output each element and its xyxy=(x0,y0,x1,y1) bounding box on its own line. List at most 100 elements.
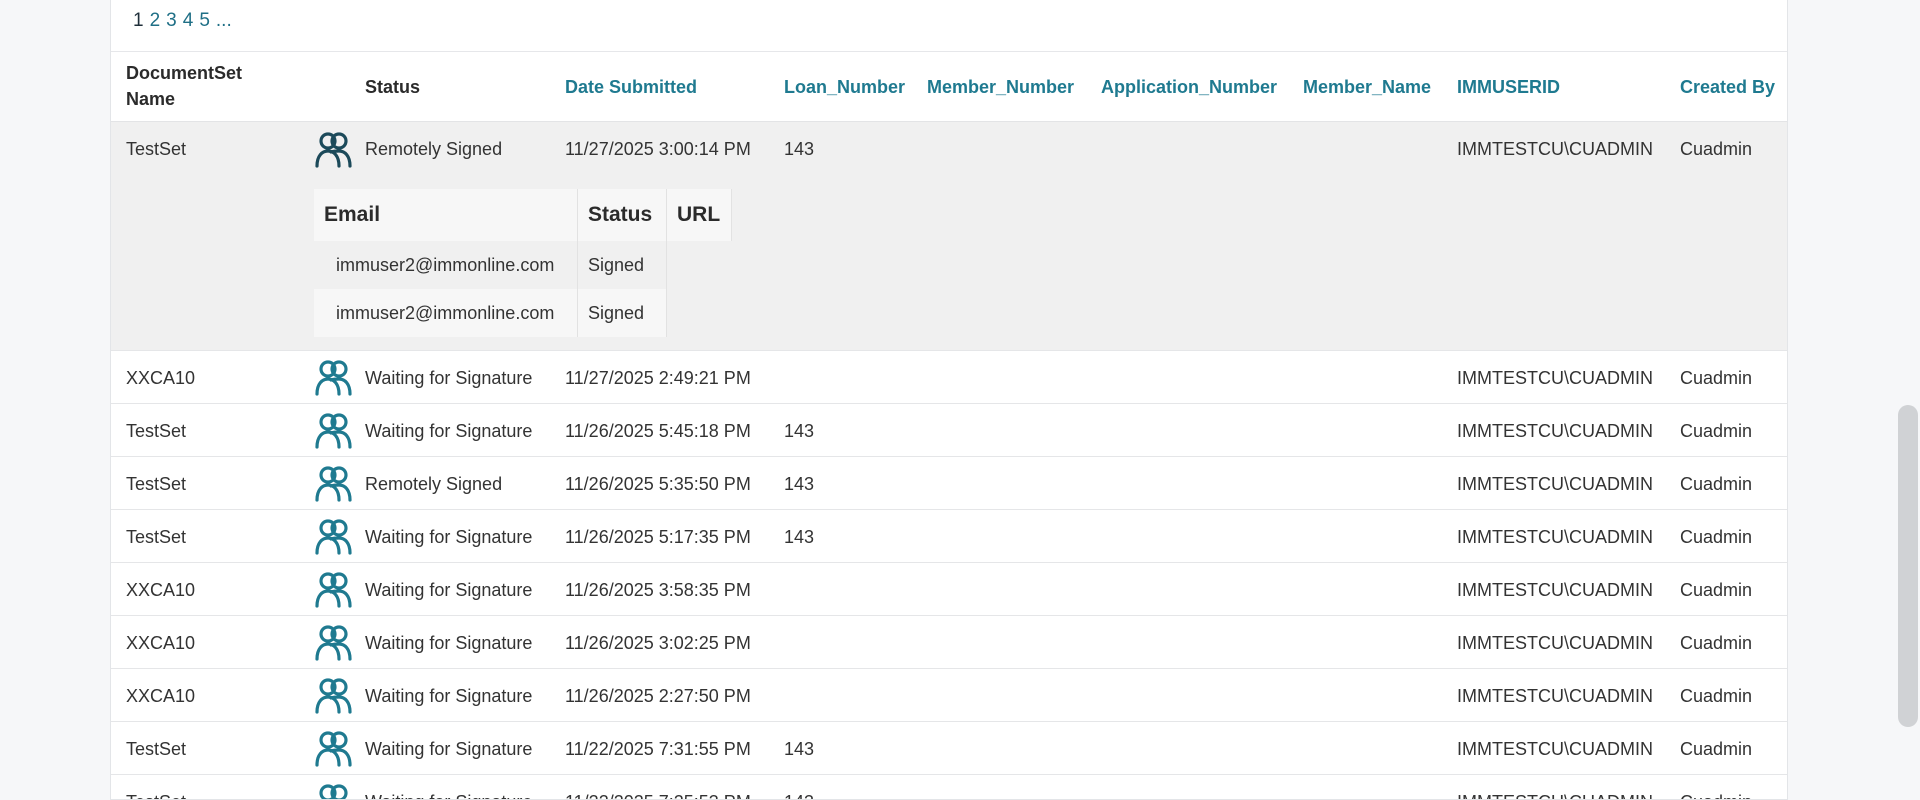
row-loan-number: 143 xyxy=(784,527,815,547)
row-name: XXCA10 xyxy=(126,580,196,600)
row-status: Waiting for Signature xyxy=(365,739,533,759)
users-icon[interactable] xyxy=(314,623,354,661)
row-created-by: Cuadmin xyxy=(1680,791,1752,799)
row-date-submitted: 11/22/2025 7:25:53 PM xyxy=(565,791,751,799)
row-name: XXCA10 xyxy=(126,368,196,388)
page-more-link[interactable]: ... xyxy=(216,10,232,32)
row-immuserid: IMMTESTCU\CUADMIN xyxy=(1457,421,1653,441)
row-name: XXCA10 xyxy=(126,686,196,706)
column-header-name: DocumentSet Name xyxy=(126,63,243,109)
users-icon[interactable] xyxy=(314,676,354,714)
row-status: Waiting for Signature xyxy=(365,686,533,706)
page-3-link[interactable]: 3 xyxy=(166,10,177,32)
table-row[interactable]: XXCA10 Waiting for Signature 11/27/2025 … xyxy=(111,351,1787,404)
column-header-application-number[interactable]: Application_Number xyxy=(1101,74,1277,100)
table-row[interactable]: TestSet Waiting for Signature 11/22/2025… xyxy=(111,775,1787,799)
subtable-email: immuser2@immonline.com xyxy=(314,289,578,337)
row-status: Waiting for Signature xyxy=(365,580,533,600)
row-immuserid: IMMTESTCU\CUADMIN xyxy=(1457,791,1653,799)
row-created-by: Cuadmin xyxy=(1680,686,1753,706)
row-created-by: Cuadmin xyxy=(1680,474,1753,494)
signers-subtable: Email Status URL immuser2@immonline.com … xyxy=(314,189,732,341)
column-header-status: Status xyxy=(365,77,421,97)
table-row[interactable]: TestSet Waiting for Signature 11/26/2025… xyxy=(111,404,1787,457)
row-created-by: Cuadmin xyxy=(1680,633,1753,653)
table-row[interactable]: TestSet Remotely Signed 11/26/2025 5:35:… xyxy=(111,457,1787,510)
table-header: DocumentSet Name Status Date Submitted L… xyxy=(111,51,1787,122)
row-date-submitted: 11/27/2025 3:00:14 PM xyxy=(565,139,751,159)
row-status: Waiting for Signature xyxy=(365,368,533,388)
column-header-member-name[interactable]: Member_Name xyxy=(1303,74,1431,100)
users-icon[interactable] xyxy=(314,358,354,396)
subtable-email: immuser2@immonline.com xyxy=(314,241,578,289)
row-immuserid: IMMTESTCU\CUADMIN xyxy=(1457,580,1653,600)
row-date-submitted: 11/26/2025 3:58:35 PM xyxy=(565,580,751,600)
row-date-submitted: 11/26/2025 5:45:18 PM xyxy=(565,421,751,441)
table-row[interactable]: XXCA10 Waiting for Signature 11/26/2025 … xyxy=(111,563,1787,616)
row-name: TestSet xyxy=(126,739,187,759)
row-name: TestSet xyxy=(126,139,187,159)
subtable-status: Signed xyxy=(578,289,667,337)
subtable-header-email: Email xyxy=(314,189,578,241)
row-date-submitted: 11/26/2025 2:27:50 PM xyxy=(565,686,751,706)
row-status: Remotely Signed xyxy=(365,139,503,159)
row-loan-number: 143 xyxy=(784,421,815,441)
page-4-link[interactable]: 4 xyxy=(183,10,194,32)
table-row[interactable]: XXCA10 Waiting for Signature 11/26/2025 … xyxy=(111,669,1787,722)
row-immuserid: IMMTESTCU\CUADMIN xyxy=(1457,633,1653,653)
column-header-loan-number[interactable]: Loan_Number xyxy=(784,74,905,100)
row-status: Waiting for Signature xyxy=(365,633,533,653)
row-status: Waiting for Signature xyxy=(365,527,533,547)
table-row[interactable]: TestSet Waiting for Signature 11/26/2025… xyxy=(111,510,1787,563)
users-icon[interactable] xyxy=(314,729,354,767)
subtable-header-url: URL xyxy=(667,189,732,241)
users-icon[interactable] xyxy=(314,464,354,502)
row-created-by: Cuadmin xyxy=(1680,580,1753,600)
page-5-link[interactable]: 5 xyxy=(199,10,210,32)
page-2-link[interactable]: 2 xyxy=(150,10,161,32)
row-created-by: Cuadmin xyxy=(1680,421,1753,441)
scrollbar-thumb[interactable] xyxy=(1898,405,1918,727)
row-immuserid: IMMTESTCU\CUADMIN xyxy=(1457,527,1653,547)
row-date-submitted: 11/22/2025 7:31:55 PM xyxy=(565,739,751,759)
row-created-by: Cuadmin xyxy=(1680,368,1753,388)
row-name: XXCA10 xyxy=(126,633,196,653)
row-immuserid: IMMTESTCU\CUADMIN xyxy=(1457,368,1653,388)
row-immuserid: IMMTESTCU\CUADMIN xyxy=(1457,139,1653,159)
row-name: TestSet xyxy=(126,474,187,494)
row-created-by: Cuadmin xyxy=(1680,139,1753,159)
users-icon[interactable] xyxy=(314,782,354,799)
row-status: Waiting for Signature xyxy=(365,791,532,799)
row-name: TestSet xyxy=(126,527,187,547)
column-header-date-submitted[interactable]: Date Submitted xyxy=(565,74,697,100)
users-icon[interactable] xyxy=(314,411,354,449)
users-icon[interactable] xyxy=(314,517,354,555)
table-row[interactable]: TestSet Remotely Signed 11/27/2025 3:00:… xyxy=(111,122,1787,351)
row-date-submitted: 11/26/2025 3:02:25 PM xyxy=(565,633,751,653)
table-row[interactable]: TestSet Waiting for Signature 11/22/2025… xyxy=(111,722,1787,775)
row-loan-number: 143 xyxy=(784,791,814,799)
subtable-status: Signed xyxy=(578,241,667,289)
documentsets-panel: 1 2 3 4 5 ... DocumentSet Name Status Da… xyxy=(110,0,1788,800)
table-row[interactable]: XXCA10 Waiting for Signature 11/26/2025 … xyxy=(111,616,1787,669)
column-header-immuserid[interactable]: IMMUSERID xyxy=(1457,74,1560,100)
row-created-by: Cuadmin xyxy=(1680,527,1753,547)
row-created-by: Cuadmin xyxy=(1680,739,1753,759)
page-1-link[interactable]: 1 xyxy=(133,10,144,32)
row-loan-number: 143 xyxy=(784,739,815,759)
subtable-header-status: Status xyxy=(578,189,667,241)
users-icon[interactable] xyxy=(314,130,354,168)
row-date-submitted: 11/26/2025 5:17:35 PM xyxy=(565,527,751,547)
users-icon[interactable] xyxy=(314,570,354,608)
row-immuserid: IMMTESTCU\CUADMIN xyxy=(1457,686,1653,706)
row-name: TestSet xyxy=(126,791,186,799)
column-header-created-by[interactable]: Created By xyxy=(1680,74,1775,100)
column-header-member-number[interactable]: Member_Number xyxy=(927,74,1074,100)
row-status: Remotely Signed xyxy=(365,474,503,494)
row-date-submitted: 11/26/2025 5:35:50 PM xyxy=(565,474,751,494)
row-name: TestSet xyxy=(126,421,187,441)
pagination: 1 2 3 4 5 ... xyxy=(133,10,232,32)
row-loan-number: 143 xyxy=(784,474,815,494)
row-loan-number: 143 xyxy=(784,139,815,159)
row-status: Waiting for Signature xyxy=(365,421,533,441)
